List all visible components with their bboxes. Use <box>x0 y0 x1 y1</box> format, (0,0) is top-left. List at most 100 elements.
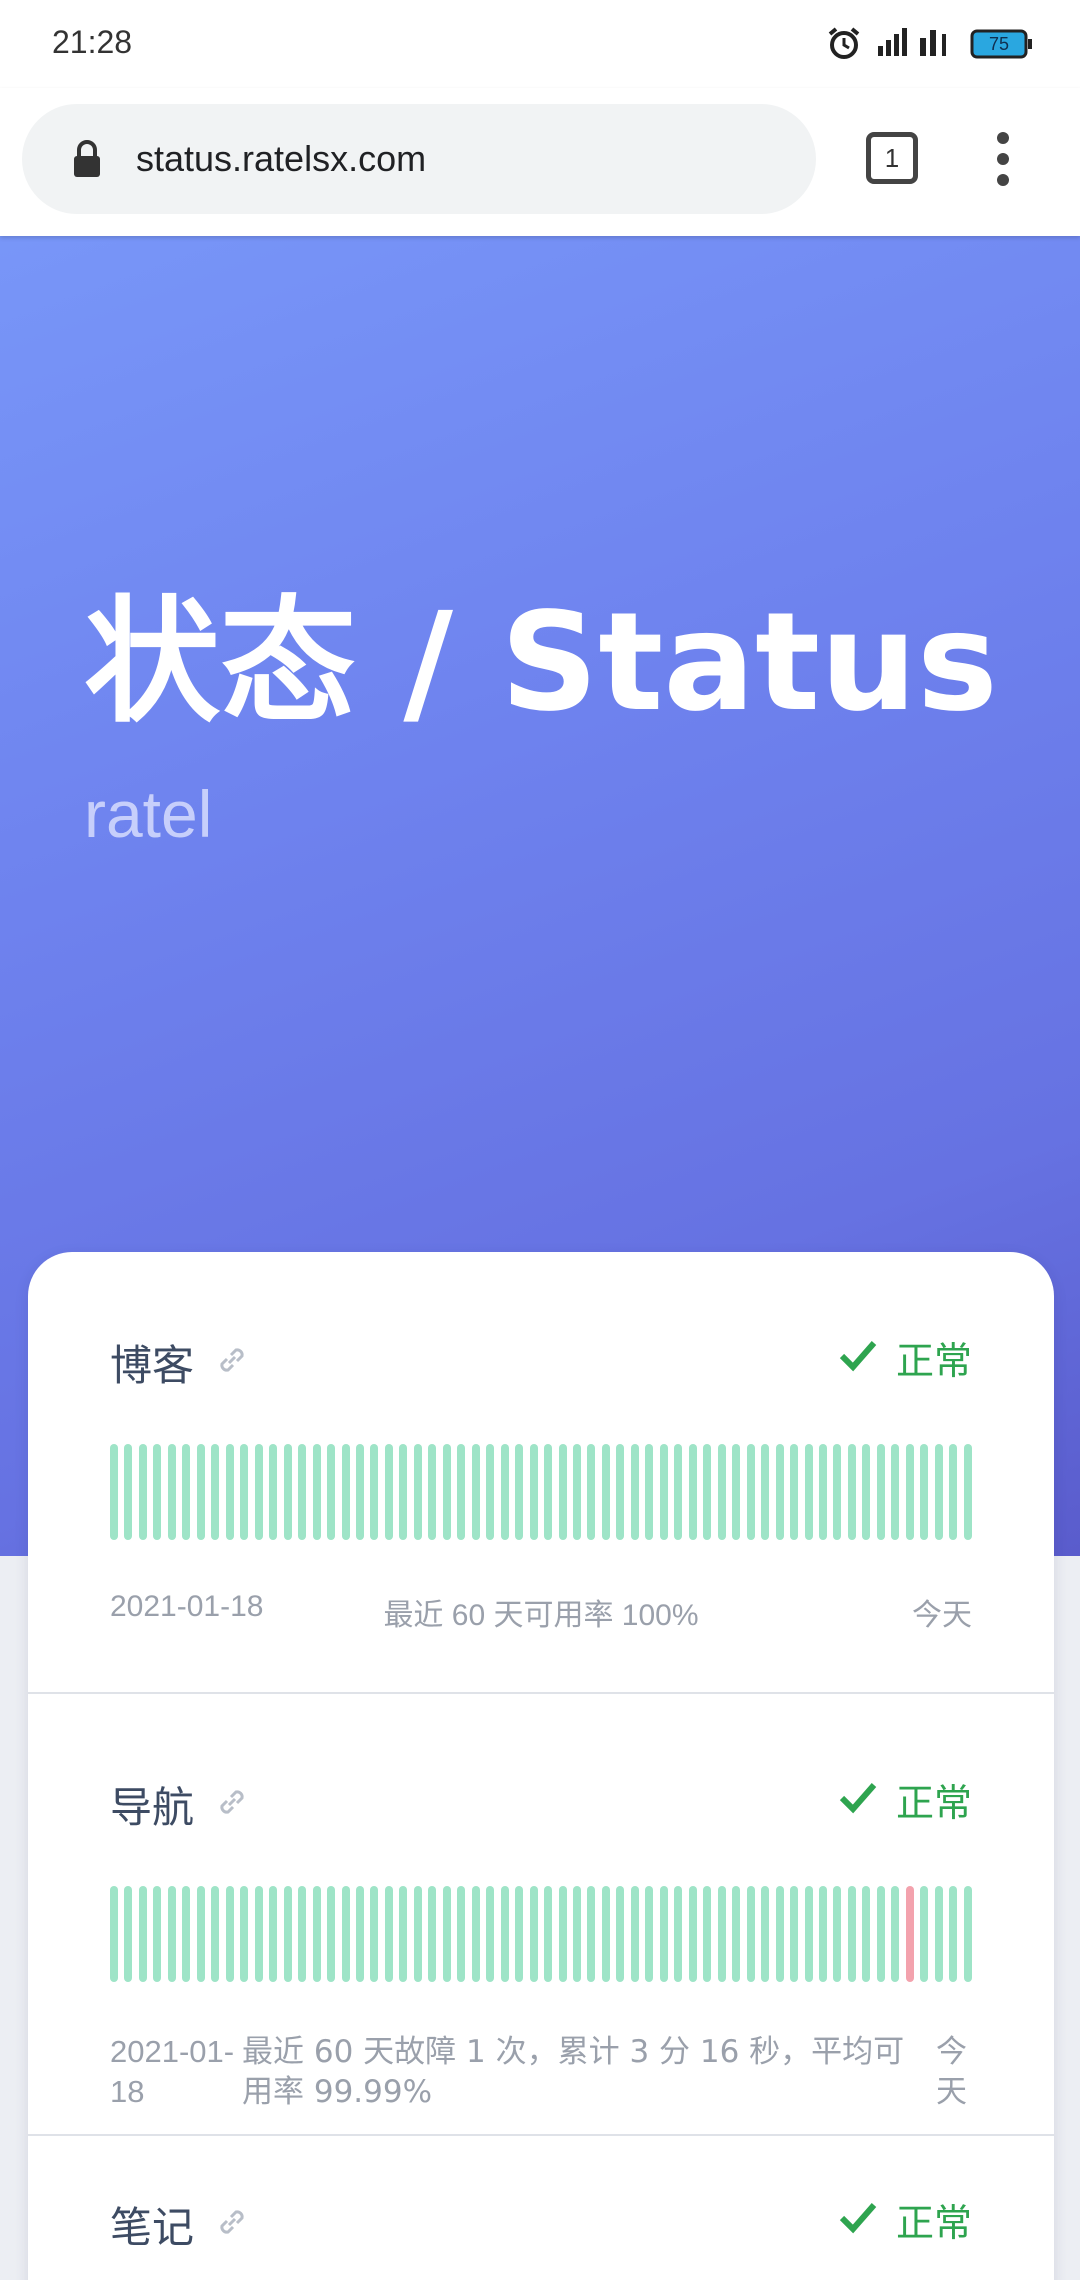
uptime-bar-up[interactable] <box>891 1886 900 1982</box>
uptime-bar-up[interactable] <box>312 1886 321 1982</box>
uptime-bar-up[interactable] <box>167 1444 176 1540</box>
uptime-bar-up[interactable] <box>616 1444 625 1540</box>
uptime-bar-up[interactable] <box>949 1886 958 1982</box>
uptime-bar-up[interactable] <box>486 1886 495 1982</box>
uptime-bar-up[interactable] <box>659 1444 668 1540</box>
url-text[interactable]: status.ratelsx.com <box>136 104 426 214</box>
uptime-bar-up[interactable] <box>688 1444 697 1540</box>
uptime-bar-up[interactable] <box>847 1886 856 1982</box>
uptime-bar-up[interactable] <box>153 1444 162 1540</box>
uptime-bar-up[interactable] <box>573 1444 581 1540</box>
uptime-bar-up[interactable] <box>717 1886 726 1982</box>
uptime-bar-up[interactable] <box>413 1444 422 1540</box>
uptime-bar-up[interactable] <box>138 1444 147 1540</box>
uptime-bar-up[interactable] <box>876 1444 885 1540</box>
uptime-bar-up[interactable] <box>804 1886 813 1982</box>
uptime-bar-up[interactable] <box>790 1444 799 1540</box>
uptime-bar-up[interactable] <box>500 1444 509 1540</box>
uptime-bar-up[interactable] <box>413 1886 422 1982</box>
uptime-bar-up[interactable] <box>934 1444 943 1540</box>
uptime-bar-up[interactable] <box>457 1886 466 1982</box>
uptime-bar-up[interactable] <box>558 1444 567 1540</box>
uptime-bar-up[interactable] <box>790 1886 799 1982</box>
uptime-bar-up[interactable] <box>471 1444 480 1540</box>
link-icon[interactable] <box>214 2204 250 2244</box>
uptime-bar-up[interactable] <box>457 1444 466 1540</box>
tab-switcher-button[interactable]: 1 <box>866 132 918 184</box>
uptime-bar-up[interactable] <box>674 1886 683 1982</box>
uptime-bar-up[interactable] <box>298 1444 307 1540</box>
uptime-bar-up[interactable] <box>573 1886 581 1982</box>
uptime-bar-up[interactable] <box>283 1444 292 1540</box>
uptime-bar-up[interactable] <box>110 1444 118 1540</box>
uptime-bar-up[interactable] <box>601 1444 610 1540</box>
uptime-bar-up[interactable] <box>674 1444 683 1540</box>
uptime-bar-up[interactable] <box>645 1886 654 1982</box>
uptime-bar-up[interactable] <box>862 1444 871 1540</box>
uptime-bar-up[interactable] <box>920 1886 929 1982</box>
uptime-bar-up[interactable] <box>442 1886 451 1982</box>
uptime-bar-up[interactable] <box>399 1886 408 1982</box>
uptime-bar-up[interactable] <box>500 1886 509 1982</box>
uptime-bar-up[interactable] <box>428 1886 437 1982</box>
uptime-bar-up[interactable] <box>327 1886 336 1982</box>
uptime-bar-up[interactable] <box>298 1886 307 1982</box>
uptime-bar-up[interactable] <box>732 1886 741 1982</box>
uptime-bar-up[interactable] <box>630 1444 639 1540</box>
uptime-bar-up[interactable] <box>211 1886 220 1982</box>
uptime-bar-up[interactable] <box>384 1886 393 1982</box>
uptime-bar-up[interactable] <box>225 1444 234 1540</box>
uptime-bar-up[interactable] <box>124 1444 133 1540</box>
uptime-bar-up[interactable] <box>211 1444 220 1540</box>
uptime-bar-up[interactable] <box>355 1444 364 1540</box>
uptime-bar-down[interactable] <box>905 1886 914 1982</box>
uptime-bar-up[interactable] <box>384 1444 393 1540</box>
uptime-bar-up[interactable] <box>963 1444 972 1540</box>
uptime-bar-up[interactable] <box>717 1444 726 1540</box>
uptime-bar-up[interactable] <box>891 1444 900 1540</box>
uptime-bar-up[interactable] <box>196 1444 205 1540</box>
uptime-bar-up[interactable] <box>428 1444 437 1540</box>
uptime-bar-up[interactable] <box>124 1886 133 1982</box>
uptime-bar-up[interactable] <box>225 1886 234 1982</box>
uptime-bar-up[interactable] <box>761 1444 770 1540</box>
uptime-bar-up[interactable] <box>963 1886 972 1982</box>
uptime-bar-up[interactable] <box>167 1886 176 1982</box>
uptime-bar-up[interactable] <box>847 1444 856 1540</box>
uptime-bar-up[interactable] <box>818 1886 827 1982</box>
uptime-bar-up[interactable] <box>833 1444 842 1540</box>
uptime-bar-up[interactable] <box>355 1886 364 1982</box>
uptime-bar-up[interactable] <box>471 1886 480 1982</box>
uptime-bar-up[interactable] <box>761 1886 770 1982</box>
uptime-bar-up[interactable] <box>341 1886 350 1982</box>
uptime-bar-up[interactable] <box>182 1444 191 1540</box>
uptime-bar-up[interactable] <box>269 1444 278 1540</box>
uptime-bar-up[interactable] <box>775 1886 784 1982</box>
uptime-bar-up[interactable] <box>601 1886 610 1982</box>
uptime-bar-up[interactable] <box>269 1886 278 1982</box>
uptime-bar-up[interactable] <box>905 1444 914 1540</box>
uptime-bar-up[interactable] <box>240 1886 249 1982</box>
uptime-bar-up[interactable] <box>544 1444 553 1540</box>
uptime-bar-up[interactable] <box>515 1886 524 1982</box>
uptime-bar-up[interactable] <box>110 1886 118 1982</box>
browser-menu-button[interactable] <box>988 132 1018 192</box>
uptime-bar-up[interactable] <box>486 1444 495 1540</box>
uptime-bar-up[interactable] <box>341 1444 350 1540</box>
uptime-bar-up[interactable] <box>703 1444 712 1540</box>
address-bar[interactable]: status.ratelsx.com <box>22 104 816 214</box>
uptime-bar-up[interactable] <box>529 1886 538 1982</box>
uptime-bar-up[interactable] <box>804 1444 813 1540</box>
uptime-bar-up[interactable] <box>254 1444 263 1540</box>
uptime-bar-up[interactable] <box>659 1886 668 1982</box>
uptime-bar-up[interactable] <box>254 1886 263 1982</box>
uptime-bar-up[interactable] <box>703 1886 712 1982</box>
uptime-bar-up[interactable] <box>934 1886 943 1982</box>
uptime-bar-up[interactable] <box>558 1886 567 1982</box>
uptime-bar-up[interactable] <box>688 1886 697 1982</box>
uptime-bar-up[interactable] <box>182 1886 191 1982</box>
uptime-bar-up[interactable] <box>399 1444 408 1540</box>
uptime-bar-up[interactable] <box>312 1444 321 1540</box>
uptime-bar-up[interactable] <box>818 1444 827 1540</box>
uptime-bar-up[interactable] <box>732 1444 741 1540</box>
